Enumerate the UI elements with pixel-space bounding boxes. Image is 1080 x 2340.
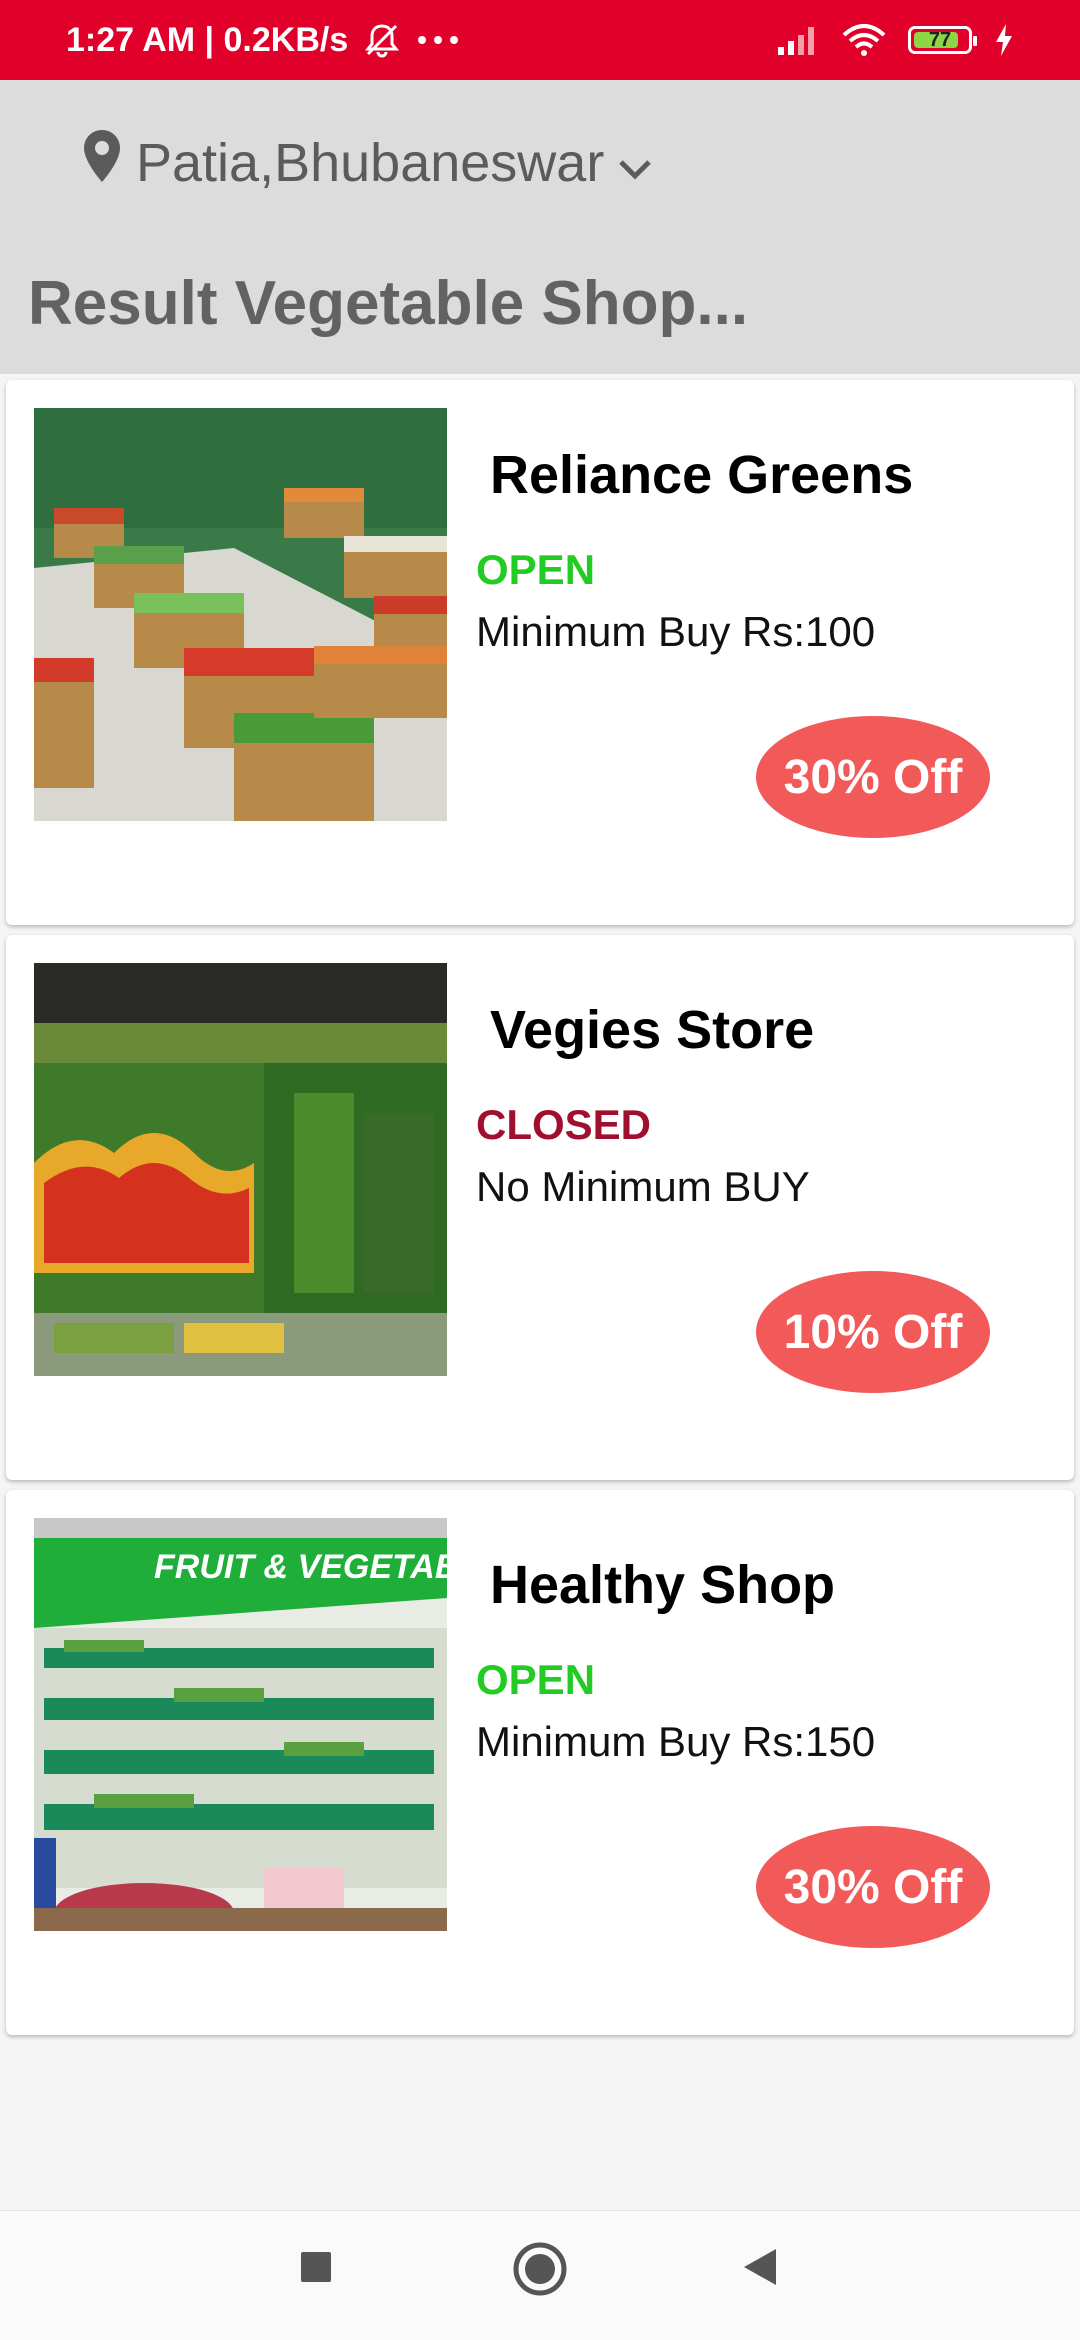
discount-badge: 30% Off	[756, 1826, 990, 1948]
more-icon	[416, 34, 460, 46]
shop-card[interactable]: FRUIT & VEGETABLES	[6, 1490, 1074, 2035]
recents-square-icon[interactable]	[296, 2247, 336, 2287]
wifi-icon	[842, 23, 886, 57]
fruit-vegetables-store-image: FRUIT & VEGETABLES	[34, 1518, 447, 1931]
shop-min-buy: Minimum Buy Rs:150	[476, 1718, 876, 1765]
chevron-down-icon	[618, 132, 652, 194]
battery-level: 77	[928, 28, 952, 51]
discount-badge: 10% Off	[756, 1271, 990, 1393]
location-label: Patia,Bhubaneswar	[136, 132, 605, 193]
status-bar: 1:27 AM | 0.2KB/s 77	[0, 0, 1080, 80]
location-pin-icon	[82, 128, 122, 197]
mute-icon	[362, 22, 402, 58]
shop-min-buy: No Minimum BUY	[476, 1163, 810, 1210]
shop-name: Healthy Shop	[490, 1555, 836, 1615]
shop-card[interactable]: Reliance Greens OPEN Minimum Buy Rs:100 …	[6, 380, 1074, 925]
shop-status: OPEN	[476, 1656, 596, 1703]
shop-status: OPEN	[476, 546, 596, 593]
header: Patia,Bhubaneswar Result Vegetable Shop.…	[0, 80, 1080, 374]
shop-min-buy: Minimum Buy Rs:100	[476, 608, 876, 655]
shop-card[interactable]: Vegies Store CLOSED No Minimum BUY 10% O…	[6, 935, 1074, 1480]
battery-icon: 77	[908, 26, 977, 54]
page-title: Result Vegetable Shop...	[28, 269, 749, 338]
store-sign-text: FRUIT & VEGETABLES	[154, 1548, 447, 1586]
shop-name: Reliance Greens	[490, 445, 914, 505]
charging-icon	[994, 24, 1014, 56]
back-triangle-icon[interactable]	[738, 2245, 782, 2289]
shop-list: Reliance Greens OPEN Minimum Buy Rs:100 …	[6, 380, 1074, 2035]
discount-badge: 30% Off	[756, 716, 990, 838]
shop-name: Vegies Store	[490, 1000, 815, 1060]
status-time-speed: 1:27 AM | 0.2KB/s	[66, 20, 349, 59]
shop-status: CLOSED	[476, 1101, 652, 1148]
produce-shelf-image	[34, 963, 447, 1376]
location-selector[interactable]: Patia,Bhubaneswar	[82, 128, 652, 197]
home-circle-icon[interactable]	[510, 2239, 570, 2299]
signal-icon	[776, 25, 820, 55]
navigation-bar	[0, 2210, 1080, 2340]
store-aisle-image	[34, 408, 447, 821]
